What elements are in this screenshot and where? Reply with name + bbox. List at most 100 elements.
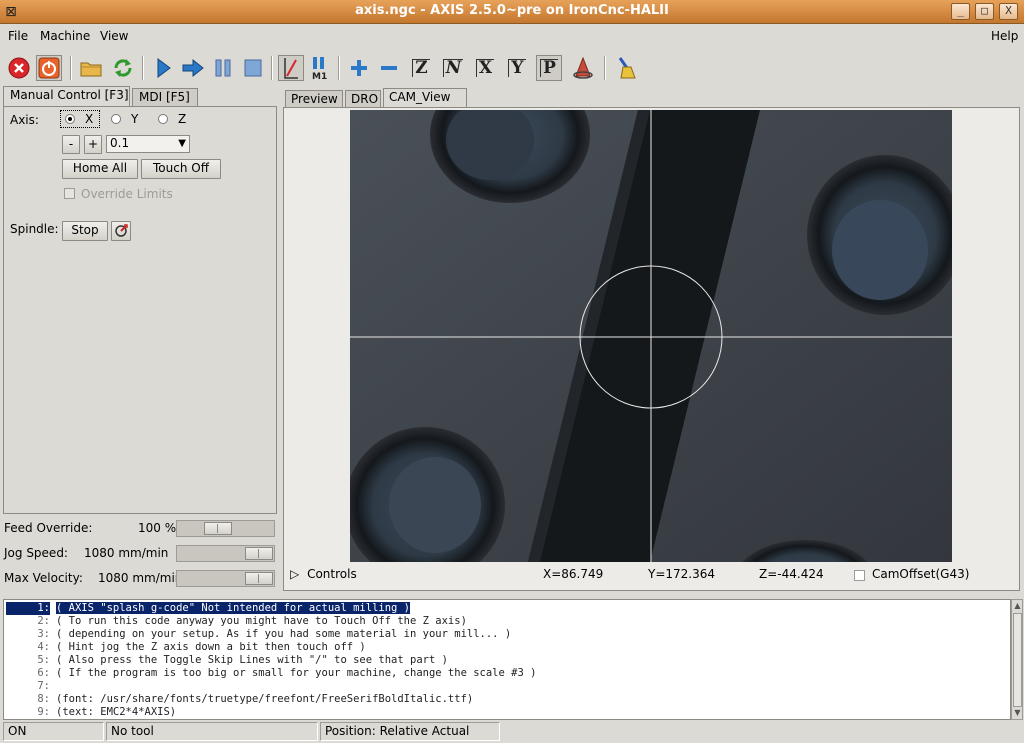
view-y-button[interactable]: Y xyxy=(504,55,530,81)
status-tool: No tool xyxy=(106,722,318,741)
rotate-view-button[interactable] xyxy=(570,55,596,81)
view-z-rotated-button[interactable]: N xyxy=(440,55,466,81)
separator xyxy=(604,56,606,80)
estop-icon xyxy=(8,57,30,79)
tab-manual-control[interactable]: Manual Control [F3] xyxy=(3,86,130,107)
gcode-line[interactable]: 3: ( depending on your setup. As if you h… xyxy=(6,628,511,641)
spindle-stop-button[interactable]: Stop xyxy=(62,221,108,241)
max-velocity-label: Max Velocity: xyxy=(4,571,83,585)
tab-dro[interactable]: DRO xyxy=(345,90,381,108)
gcode-line[interactable]: 1: ( AXIS "splash g-code" Not intended fo… xyxy=(6,602,411,615)
cam-y-readout: Y=172.364 xyxy=(648,567,716,581)
jog-increment-select[interactable]: 0.1 ▼ xyxy=(106,135,190,153)
stop-button[interactable] xyxy=(240,55,266,81)
stop-square-icon xyxy=(244,59,262,77)
gcode-line-number: 4: xyxy=(37,641,50,653)
clear-live-plot-button[interactable] xyxy=(612,55,638,81)
max-velocity-value: 1080 mm/min xyxy=(98,571,183,585)
reload-button[interactable] xyxy=(110,55,136,81)
machine-power-button[interactable] xyxy=(36,55,62,81)
pause-button[interactable] xyxy=(210,55,236,81)
jog-speed-slider[interactable] xyxy=(176,545,275,562)
max-velocity-slider[interactable] xyxy=(176,570,275,587)
optional-stop-toggle[interactable]: M1 xyxy=(306,55,332,81)
touch-off-button[interactable]: Touch Off xyxy=(141,159,221,179)
tab-preview[interactable]: Preview xyxy=(285,90,343,108)
home-all-button[interactable]: Home All xyxy=(62,159,138,179)
camera-view[interactable] xyxy=(350,110,952,562)
gcode-listing[interactable]: 1: ( AXIS "splash g-code" Not intended fo… xyxy=(3,599,1011,720)
jog-minus-button[interactable]: - xyxy=(62,135,80,154)
cam-x-readout: X=86.749 xyxy=(543,567,604,581)
jog-speed-thumb[interactable] xyxy=(245,547,273,560)
close-button[interactable]: X xyxy=(999,3,1018,20)
gcode-line[interactable]: 5: ( Also press the Toggle Skip Lines wit… xyxy=(6,654,448,667)
menu-view[interactable]: View xyxy=(100,29,128,43)
tab-cam-view[interactable]: CAM_View xyxy=(383,88,467,108)
optional-stop-icon: M1 xyxy=(312,57,327,81)
zoom-out-button[interactable] xyxy=(376,55,402,81)
separator xyxy=(338,56,340,80)
max-velocity-thumb[interactable] xyxy=(245,572,273,585)
open-file-button[interactable] xyxy=(78,55,104,81)
scroll-down-icon[interactable]: ▼ xyxy=(1013,708,1022,718)
spindle-forward-button[interactable] xyxy=(111,221,131,241)
run-button[interactable] xyxy=(150,55,176,81)
maximize-button[interactable]: □ xyxy=(975,3,994,20)
estop-button[interactable] xyxy=(6,55,32,81)
gcode-line-text: ( Also press the Toggle Skip Lines with … xyxy=(56,654,448,666)
scroll-up-icon[interactable]: ▲ xyxy=(1013,601,1022,611)
menu-file[interactable]: File xyxy=(8,29,28,43)
folder-icon xyxy=(80,62,102,77)
view-z-icon: Z xyxy=(412,59,430,77)
chevron-down-icon: ▼ xyxy=(178,138,186,149)
jog-plus-button[interactable]: + xyxy=(84,135,102,154)
gcode-line[interactable]: 7: xyxy=(6,680,56,693)
feed-override-value: 100 % xyxy=(138,521,177,535)
status-position-mode: Position: Relative Actual xyxy=(320,722,500,741)
spindle-label: Spindle: xyxy=(10,222,59,236)
minimize-button[interactable]: _ xyxy=(951,3,970,20)
camoffset-label: CamOffset(G43) xyxy=(872,567,970,581)
zoom-in-button[interactable] xyxy=(346,55,372,81)
override-limits-label: Override Limits xyxy=(81,187,173,201)
status-machine-state: ON xyxy=(3,722,104,741)
gcode-line[interactable]: 9: (text: EMC2*4*AXIS) xyxy=(6,706,176,719)
pause-icon xyxy=(215,59,231,77)
view-perspective-button[interactable]: P xyxy=(536,55,562,81)
gcode-line-number: 9: xyxy=(37,706,50,718)
cam-controls-expander[interactable]: ▷ Controls xyxy=(290,567,357,581)
separator xyxy=(271,56,273,80)
gcode-line-number: 6: xyxy=(37,667,50,679)
menu-help[interactable]: Help xyxy=(991,29,1018,43)
gcode-line[interactable]: 6: ( If the program is too big or small f… xyxy=(6,667,536,680)
feed-override-label: Feed Override: xyxy=(4,521,93,535)
feed-override-slider[interactable] xyxy=(176,520,275,537)
scroll-thumb[interactable] xyxy=(1013,613,1022,707)
menu-machine[interactable]: Machine xyxy=(40,29,90,43)
gcode-line-number: 8: xyxy=(37,693,50,705)
gcode-line[interactable]: 8: (font: /usr/share/fonts/truetype/freef… xyxy=(6,693,473,706)
view-x-button[interactable]: X xyxy=(472,55,498,81)
gcode-line-text: (text: EMC2*4*AXIS) xyxy=(56,706,177,718)
camoffset-checkbox[interactable] xyxy=(854,570,865,581)
view-z-rotated-icon: N xyxy=(442,59,464,77)
override-limits-checkbox[interactable] xyxy=(64,188,75,199)
feed-override-thumb[interactable] xyxy=(204,522,232,535)
radio-z-label: Z xyxy=(178,112,187,126)
step-arrow-icon xyxy=(182,58,204,78)
axis-radio-x[interactable]: X xyxy=(60,110,100,128)
gcode-line[interactable]: 2: ( To run this code anyway you might ha… xyxy=(6,615,467,628)
block-delete-toggle[interactable] xyxy=(278,55,304,81)
gcode-line-number: 7: xyxy=(37,680,50,692)
cone-icon xyxy=(573,56,593,79)
tab-mdi[interactable]: MDI [F5] xyxy=(132,88,198,107)
view-z-button[interactable]: Z xyxy=(408,55,434,81)
gcode-line[interactable]: 4: ( Hint jog the Z axis down a bit then … xyxy=(6,641,365,654)
reload-icon xyxy=(114,59,132,77)
step-button[interactable] xyxy=(180,55,206,81)
axis-window: ⊠ axis.ngc - AXIS 2.5.0~pre on IronCnc-H… xyxy=(0,0,1024,743)
separator xyxy=(142,56,144,80)
minus-icon xyxy=(381,66,397,70)
gcode-scrollbar[interactable]: ▲ ▼ xyxy=(1011,599,1023,720)
